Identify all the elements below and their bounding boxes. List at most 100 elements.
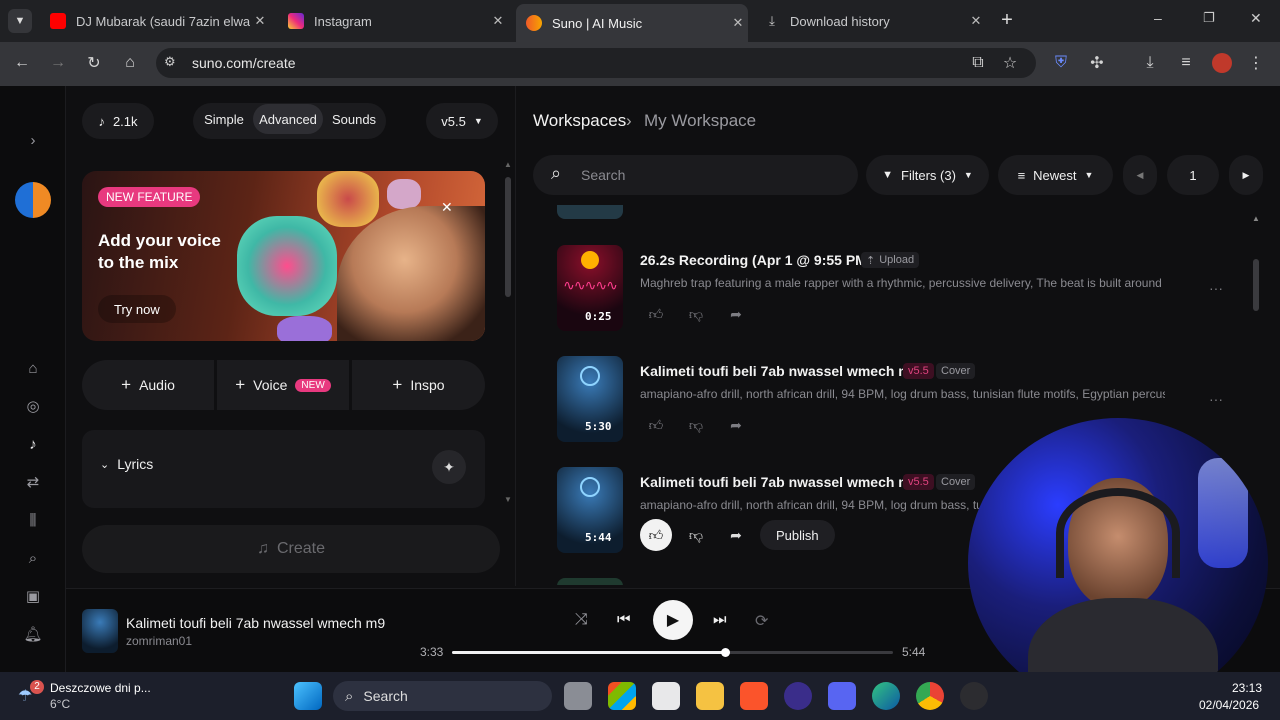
panel-scrollbar[interactable]: ▲ ▼ (504, 160, 512, 505)
shuffle-icon[interactable]: ⤨ (575, 611, 588, 629)
next-page-button[interactable]: ▶ (1229, 155, 1263, 195)
restore-button[interactable]: ❐ (1203, 10, 1215, 26)
home-nav-icon[interactable]: ⌂ (22, 357, 44, 379)
menu-kebab-icon[interactable]: ⋮ (1244, 51, 1268, 75)
close-tab-icon[interactable]: ✕ (966, 13, 986, 29)
promo-close-button[interactable]: ✕ (441, 199, 453, 216)
add-inspo-button[interactable]: + Inspo (352, 360, 485, 410)
player-thumbnail[interactable] (82, 609, 118, 653)
search-nav-icon[interactable]: ⌕ (22, 547, 44, 569)
site-info-icon[interactable]: ⚙ (164, 54, 176, 70)
filters-button[interactable]: ▼ Filters (3) ▼ (866, 155, 989, 195)
play-button[interactable]: ▶ (653, 600, 693, 640)
media-controls-icon[interactable]: ≡ (1174, 51, 1198, 75)
bookmark-star-icon[interactable]: ☆ (998, 51, 1022, 75)
install-app-icon[interactable]: ⧉ (966, 51, 990, 75)
credits-pill[interactable]: ♪ 2.1k (82, 103, 154, 139)
share-icon[interactable]: ➦ (721, 520, 751, 550)
mode-simple[interactable]: Simple (197, 104, 251, 134)
expand-sidebar-icon[interactable]: › (22, 129, 44, 151)
dislike-icon[interactable]: 👎︎ (681, 520, 711, 550)
close-tab-icon[interactable]: ✕ (488, 13, 508, 29)
player-song-title[interactable]: Kalimeti toufi beli 7ab nwassel wmech m9 (126, 615, 385, 631)
add-voice-button[interactable]: + Voice NEW (217, 360, 349, 410)
profile-avatar-icon[interactable] (1210, 51, 1234, 75)
forward-icon[interactable]: → (46, 51, 70, 75)
create-button[interactable]: ♫ Create (82, 525, 500, 573)
close-tab-icon[interactable]: ✕ (728, 15, 748, 31)
prev-page-button[interactable]: ◀ (1123, 155, 1157, 195)
list-scroll-thumb[interactable] (1253, 259, 1259, 311)
studio-nav-icon[interactable]: ⇄ (22, 471, 44, 493)
list-scroll-up-icon[interactable]: ▲ (1252, 214, 1260, 223)
taskbar-search[interactable]: ⌕ Search (333, 681, 552, 711)
home-icon[interactable]: ⌂ (118, 51, 142, 75)
tab-instagram[interactable]: Instagram ✕ (278, 6, 508, 36)
obs-icon[interactable] (960, 682, 988, 710)
add-audio-button[interactable]: + Audio (82, 360, 214, 410)
close-window-button[interactable]: ✕ (1250, 10, 1262, 27)
user-avatar[interactable] (15, 182, 51, 218)
clock-date[interactable]: 02/04/2026 (1199, 698, 1259, 712)
page-number[interactable]: 1 (1167, 155, 1219, 195)
song-title[interactable]: Kalimeti toufi beli 7ab nwassel wmech m9 (640, 363, 919, 379)
chrome-icon[interactable] (916, 682, 944, 710)
more-options-icon[interactable]: ··· (1206, 391, 1226, 407)
like-icon[interactable]: 👍︎ (641, 299, 671, 329)
tab-youtube[interactable]: DJ Mubarak (saudi 7azin elwat) ✕ (40, 6, 270, 36)
mode-advanced[interactable]: Advanced (253, 104, 323, 134)
mode-sounds[interactable]: Sounds (325, 104, 383, 134)
scroll-up-icon[interactable]: ▲ (504, 160, 512, 169)
edge-icon[interactable] (872, 682, 900, 710)
brave-browser-icon[interactable] (740, 682, 768, 710)
new-tab-button[interactable]: + (996, 8, 1018, 32)
model-selector[interactable]: v5.5 ▼ (426, 103, 498, 139)
repeat-icon[interactable]: ⟳ (755, 611, 768, 631)
like-icon[interactable]: 👍︎ (640, 519, 672, 551)
downloads-icon[interactable]: ⤓ (1138, 51, 1162, 75)
publish-button[interactable]: Publish (760, 520, 835, 550)
task-view-icon[interactable] (564, 682, 592, 710)
previous-track-icon[interactable]: ⏮︎ (617, 611, 631, 628)
scroll-thumb[interactable] (505, 177, 511, 297)
dislike-icon[interactable]: 👎︎ (681, 299, 711, 329)
breadcrumb-workspaces[interactable]: Workspaces (533, 111, 626, 131)
extension-shield-icon[interactable]: ⛨ (1049, 51, 1073, 75)
magic-wand-icon[interactable]: ✦ (432, 450, 466, 484)
share-icon[interactable]: ➦ (721, 299, 751, 329)
song-title[interactable]: 26.2s Recording (Apr 1 @ 9:55 PM) (640, 252, 872, 268)
tab-suno[interactable]: Suno | AI Music ✕ (516, 4, 748, 42)
like-icon[interactable]: 👍︎ (641, 410, 671, 440)
clock-time[interactable]: 23:13 (1232, 681, 1262, 695)
progress-track[interactable] (452, 648, 893, 657)
back-icon[interactable]: ← (10, 51, 34, 75)
lyrics-toggle[interactable]: ⌄ Lyrics (100, 456, 153, 472)
file-explorer-icon[interactable] (696, 682, 724, 710)
next-track-icon[interactable]: ⏭︎ (713, 611, 727, 628)
player-artist[interactable]: zomriman01 (126, 634, 192, 648)
widgets-icon[interactable] (608, 682, 636, 710)
reload-icon[interactable]: ↻ (82, 51, 106, 75)
sort-button[interactable]: ≡ Newest ▼ (998, 155, 1113, 195)
cortana-icon[interactable] (784, 682, 812, 710)
hooks-nav-icon[interactable]: ▣ (22, 585, 44, 607)
scroll-down-icon[interactable]: ▼ (504, 495, 512, 504)
create-nav-icon[interactable]: ♪ (22, 433, 44, 455)
share-icon[interactable]: ➦ (721, 410, 751, 440)
extensions-puzzle-icon[interactable]: ✣ (1085, 51, 1109, 75)
windows-start-icon[interactable] (294, 682, 322, 710)
store-icon[interactable] (652, 682, 680, 710)
minimize-button[interactable]: – (1154, 10, 1162, 26)
close-tab-icon[interactable]: ✕ (250, 13, 270, 29)
notifications-nav-icon[interactable]: 🔔︎ (22, 623, 44, 645)
explore-nav-icon[interactable]: ◎ (22, 395, 44, 417)
weather-widget[interactable]: ☂ 2 Deszczowe dni p... 6°C (18, 680, 158, 714)
try-now-button[interactable]: Try now (98, 295, 176, 323)
more-options-icon[interactable]: ··· (1206, 280, 1226, 296)
tab-search-button[interactable]: ▼ (8, 9, 32, 33)
song-title[interactable]: Kalimeti toufi beli 7ab nwassel wmech m9 (640, 474, 919, 490)
url-text[interactable]: suno.com/create (192, 55, 296, 71)
dislike-icon[interactable]: 👎︎ (681, 410, 711, 440)
discord-icon[interactable] (828, 682, 856, 710)
tab-download-history[interactable]: ⤓ Download history ✕ (754, 6, 986, 36)
